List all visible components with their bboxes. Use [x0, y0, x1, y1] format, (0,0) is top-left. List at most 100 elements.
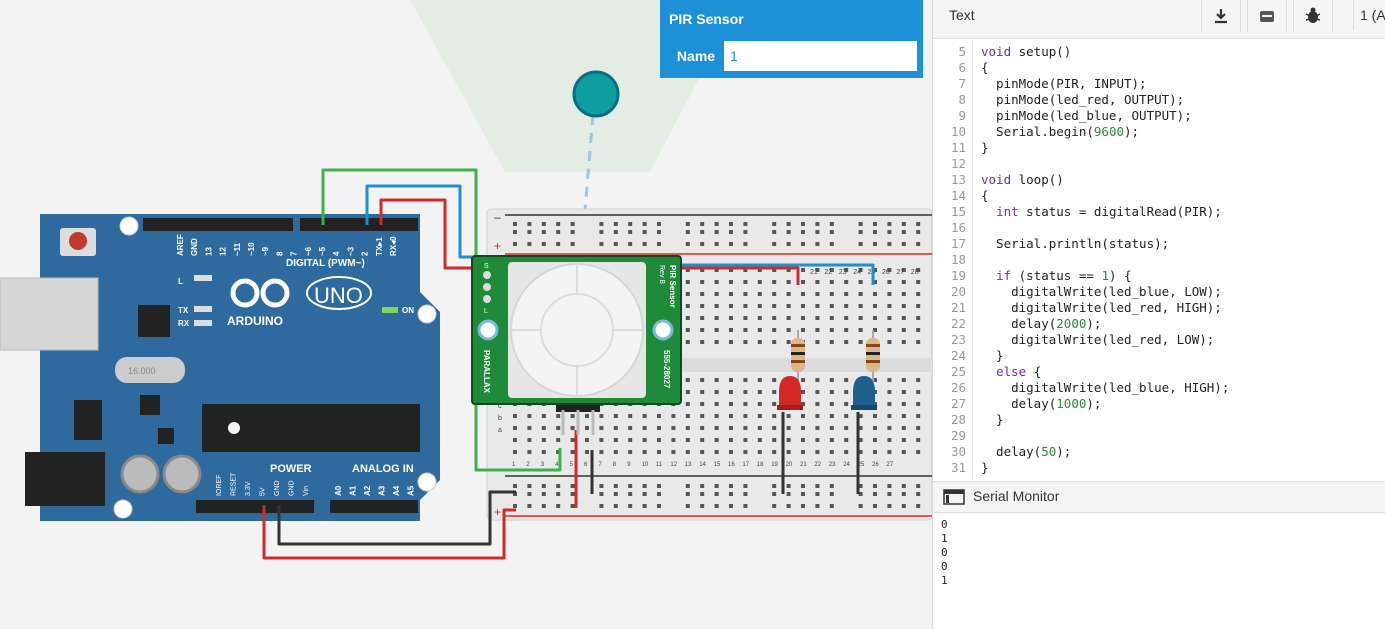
serial-output-line: 1 [941, 532, 948, 545]
serial-output-line: 0 [941, 546, 948, 559]
breadboard-column-number: 15 [714, 462, 721, 468]
download-button[interactable] [1201, 0, 1241, 32]
line-number: 10 [950, 124, 966, 139]
code-line: 16 [933, 220, 1385, 236]
breadboard-column-number: 22 [824, 269, 832, 276]
code-line: 24 } [933, 348, 1385, 364]
code-toolbar: Text 1 (A [933, 0, 1385, 39]
debug-button[interactable] [1293, 0, 1333, 32]
code-line: 15 int status = digitalRead(PIR); [933, 204, 1385, 220]
code-line: 19 if (status == 1) { [933, 268, 1385, 284]
analog-pin-label: A1 [349, 485, 358, 496]
code-line: 26 digitalWrite(led_blue, HIGH); [933, 380, 1385, 396]
code-line: 28 } [933, 412, 1385, 428]
breadboard-column-number: 24 [843, 462, 850, 468]
digital-pin-label: AREF [176, 234, 185, 256]
device-selector[interactable]: 1 (A [1353, 0, 1385, 30]
line-number: 24 [950, 348, 966, 363]
pir-jumper-label: L [484, 308, 488, 315]
line-number: 17 [950, 236, 966, 251]
analog-pin-label: A0 [334, 485, 343, 496]
code-line: 12 [933, 156, 1385, 172]
code-line: 30 delay(50); [933, 444, 1385, 460]
code-text: pinMode(led_blue, OUTPUT); [981, 108, 1192, 123]
breadboard-column-number: 19 [771, 462, 778, 468]
serial-monitor-title: Serial Monitor [973, 488, 1060, 504]
breadboard-column-number: 21 [800, 462, 807, 468]
code-panel: Text 1 (A 5 void setup() 6{7 pinMode(PIR, … [932, 0, 1385, 629]
analog-header-label: ANALOG IN [352, 463, 414, 475]
code-text: Serial.begin(9600); [981, 124, 1140, 139]
breadboard-column-number: 21 [810, 269, 818, 276]
breadboard-column-number: 17 [742, 462, 749, 468]
serial-output-line: 0 [941, 518, 948, 531]
code-line: 18 [933, 252, 1385, 268]
digital-pin-label: ~3 [346, 246, 355, 256]
code-line: 5 void setup() [933, 44, 1385, 60]
arduino-model-label: UNO [314, 283, 363, 308]
code-text: { [981, 60, 989, 75]
digital-pin-label: TX▸1 [375, 237, 384, 256]
code-text: digitalWrite(led_blue, LOW); [981, 284, 1222, 299]
on-led-label: ON [402, 306, 414, 315]
analog-pin-label: A2 [363, 485, 372, 496]
breadboard-column-number: 26 [872, 462, 879, 468]
power-pin-label: RESET [231, 472, 238, 496]
line-number: 6 [958, 60, 966, 75]
circuit-canvas[interactable]: + – +21 22 23 24 25 26 27 28 1 2 3 4 5 6 7 8 9 10 11 12 13 14 15… [0, 0, 932, 629]
upload-icon [1260, 11, 1274, 22]
code-text: delay(1000); [981, 396, 1102, 411]
code-text: Serial.println(status); [981, 236, 1170, 251]
digital-pin-label: 7 [290, 251, 299, 256]
power-pin-label: 5V [260, 487, 267, 496]
breadboard-column-number: 11 [656, 462, 663, 468]
breadboard-column-number: 20 [786, 462, 793, 468]
status-led-label: RX [178, 319, 190, 328]
pir-model-label: PIR Sensor [668, 265, 677, 308]
arduino-brand-label: ARDUINO [227, 314, 283, 328]
bug-icon [1305, 7, 1321, 23]
breadboard-column-number: 24 [853, 269, 861, 276]
upload-button[interactable] [1247, 0, 1287, 32]
breadboard-column-number: 18 [757, 462, 764, 468]
code-text: void loop() [981, 172, 1064, 187]
breadboard-column-number: 10 [642, 462, 649, 468]
serial-monitor-header[interactable]: Serial Monitor [933, 481, 1385, 513]
breadboard-column-number: 22 [814, 462, 821, 468]
pir-part-label: 555-28027 [662, 350, 671, 389]
code-text: pinMode(PIR, INPUT); [981, 76, 1147, 91]
line-number: 7 [958, 76, 966, 91]
line-number: 18 [950, 252, 966, 267]
name-field-input[interactable]: 1 [730, 41, 738, 71]
analog-pin-label: A5 [407, 485, 416, 496]
power-pin-label: IOREF [216, 475, 223, 496]
breadboard-column-number: 12 [670, 462, 677, 468]
digital-pin-label: ~5 [318, 246, 327, 256]
line-number: 28 [950, 412, 966, 427]
code-mode-selector[interactable]: Text [949, 0, 975, 30]
pir-properties-panel: PIR Sensor Name 1 [660, 0, 923, 78]
line-number: 13 [950, 172, 966, 187]
line-number: 9 [958, 108, 966, 123]
line-number: 29 [950, 428, 966, 443]
serial-output-line: 1 [941, 574, 948, 587]
code-line: 10 Serial.begin(9600); [933, 124, 1385, 140]
line-number: 23 [950, 332, 966, 347]
breadboard-column-number: 23 [829, 462, 836, 468]
breadboard-column-number: 27 [896, 269, 904, 276]
breadboard-column-number: 23 [839, 269, 847, 276]
serial-output-line: 0 [941, 560, 948, 573]
digital-header-label: DIGITAL (PWM~) [286, 258, 365, 269]
rail-plus-label: + [494, 239, 501, 253]
code-text: digitalWrite(led_blue, HIGH); [981, 380, 1230, 395]
code-line: 6{ [933, 60, 1385, 76]
code-editor[interactable]: 5 void setup() 6{7 pinMode(PIR, INPUT); 8 p… [933, 44, 1385, 480]
panel-title: PIR Sensor [669, 11, 744, 27]
digital-pin-label: GND [190, 238, 199, 256]
code-line: 25 else { [933, 364, 1385, 380]
analog-pin-label: A4 [392, 485, 401, 496]
line-number: 14 [950, 188, 966, 203]
serial-monitor-icon [943, 489, 965, 505]
code-text: void setup() [981, 44, 1072, 59]
line-number: 22 [950, 316, 966, 331]
